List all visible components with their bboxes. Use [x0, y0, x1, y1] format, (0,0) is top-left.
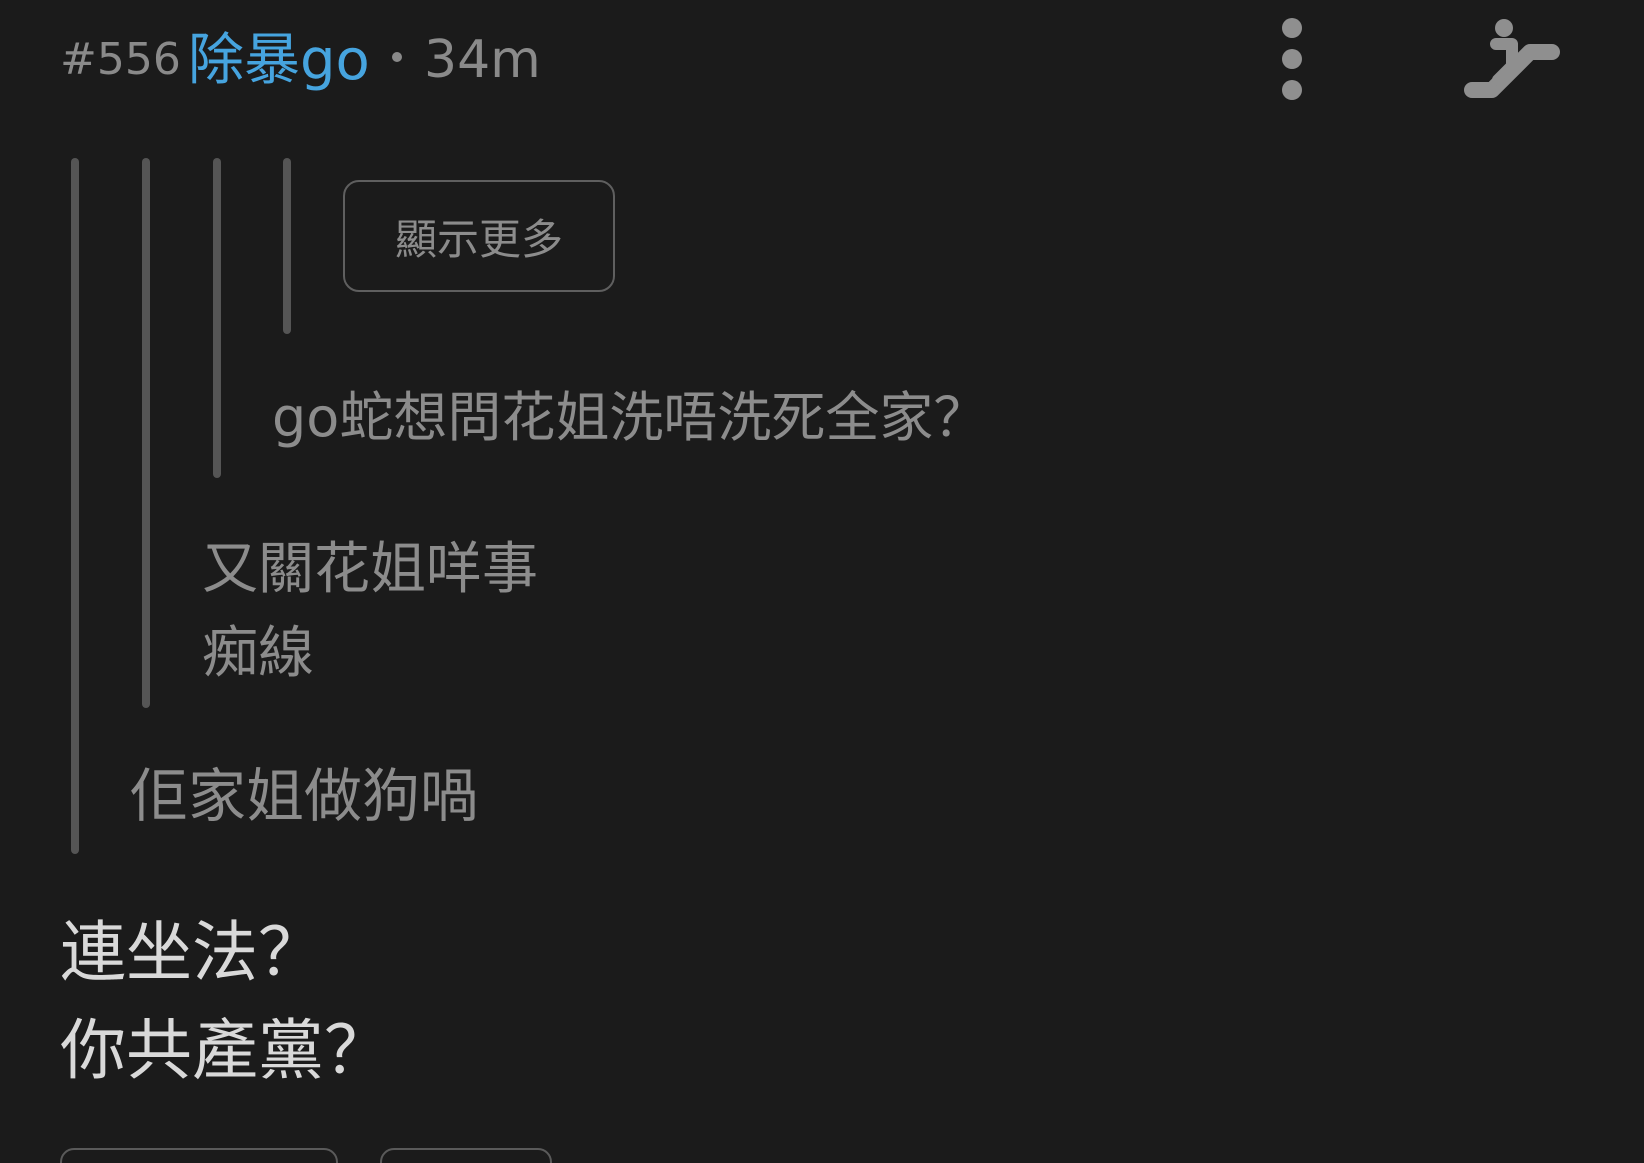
- username-link[interactable]: 除暴go: [188, 26, 370, 96]
- quote-bar-level-4: [283, 158, 291, 334]
- separator-dot: [392, 52, 402, 62]
- post-timestamp: 34m: [424, 30, 541, 90]
- post-number: #556: [60, 34, 181, 85]
- more-options-button[interactable]: [1266, 14, 1318, 104]
- post-view: #556 除暴go 34m 顯示更多 go蛇想問花姐洗唔洗死全家？ 又關花姐咩事…: [0, 0, 1644, 1163]
- reply-action-button[interactable]: [380, 1148, 552, 1163]
- reply-line: 你共產黨？: [60, 1012, 390, 1089]
- escalator-icon: [1464, 19, 1560, 98]
- reply-line: 連坐法？: [60, 914, 324, 991]
- quote-text-level-3: 又關花姐咩事 痴線: [202, 528, 538, 696]
- escalator-button[interactable]: [1464, 14, 1564, 104]
- quote-bar-level-2: [142, 158, 150, 708]
- quote-text-level-2: 佢家姐做狗喎: [130, 762, 479, 830]
- reply-body: 連坐法？ 你共產黨？: [60, 904, 390, 1100]
- quote-text-level-4: go蛇想問花姐洗唔洗死全家？: [272, 386, 988, 449]
- quote-line: 痴線: [202, 621, 314, 686]
- show-more-button[interactable]: 顯示更多: [343, 180, 615, 292]
- vote-button[interactable]: [60, 1148, 338, 1163]
- quote-bar-level-3: [213, 158, 221, 478]
- quote-line: 又關花姐咩事: [202, 537, 538, 602]
- quote-bar-level-1: [71, 158, 79, 854]
